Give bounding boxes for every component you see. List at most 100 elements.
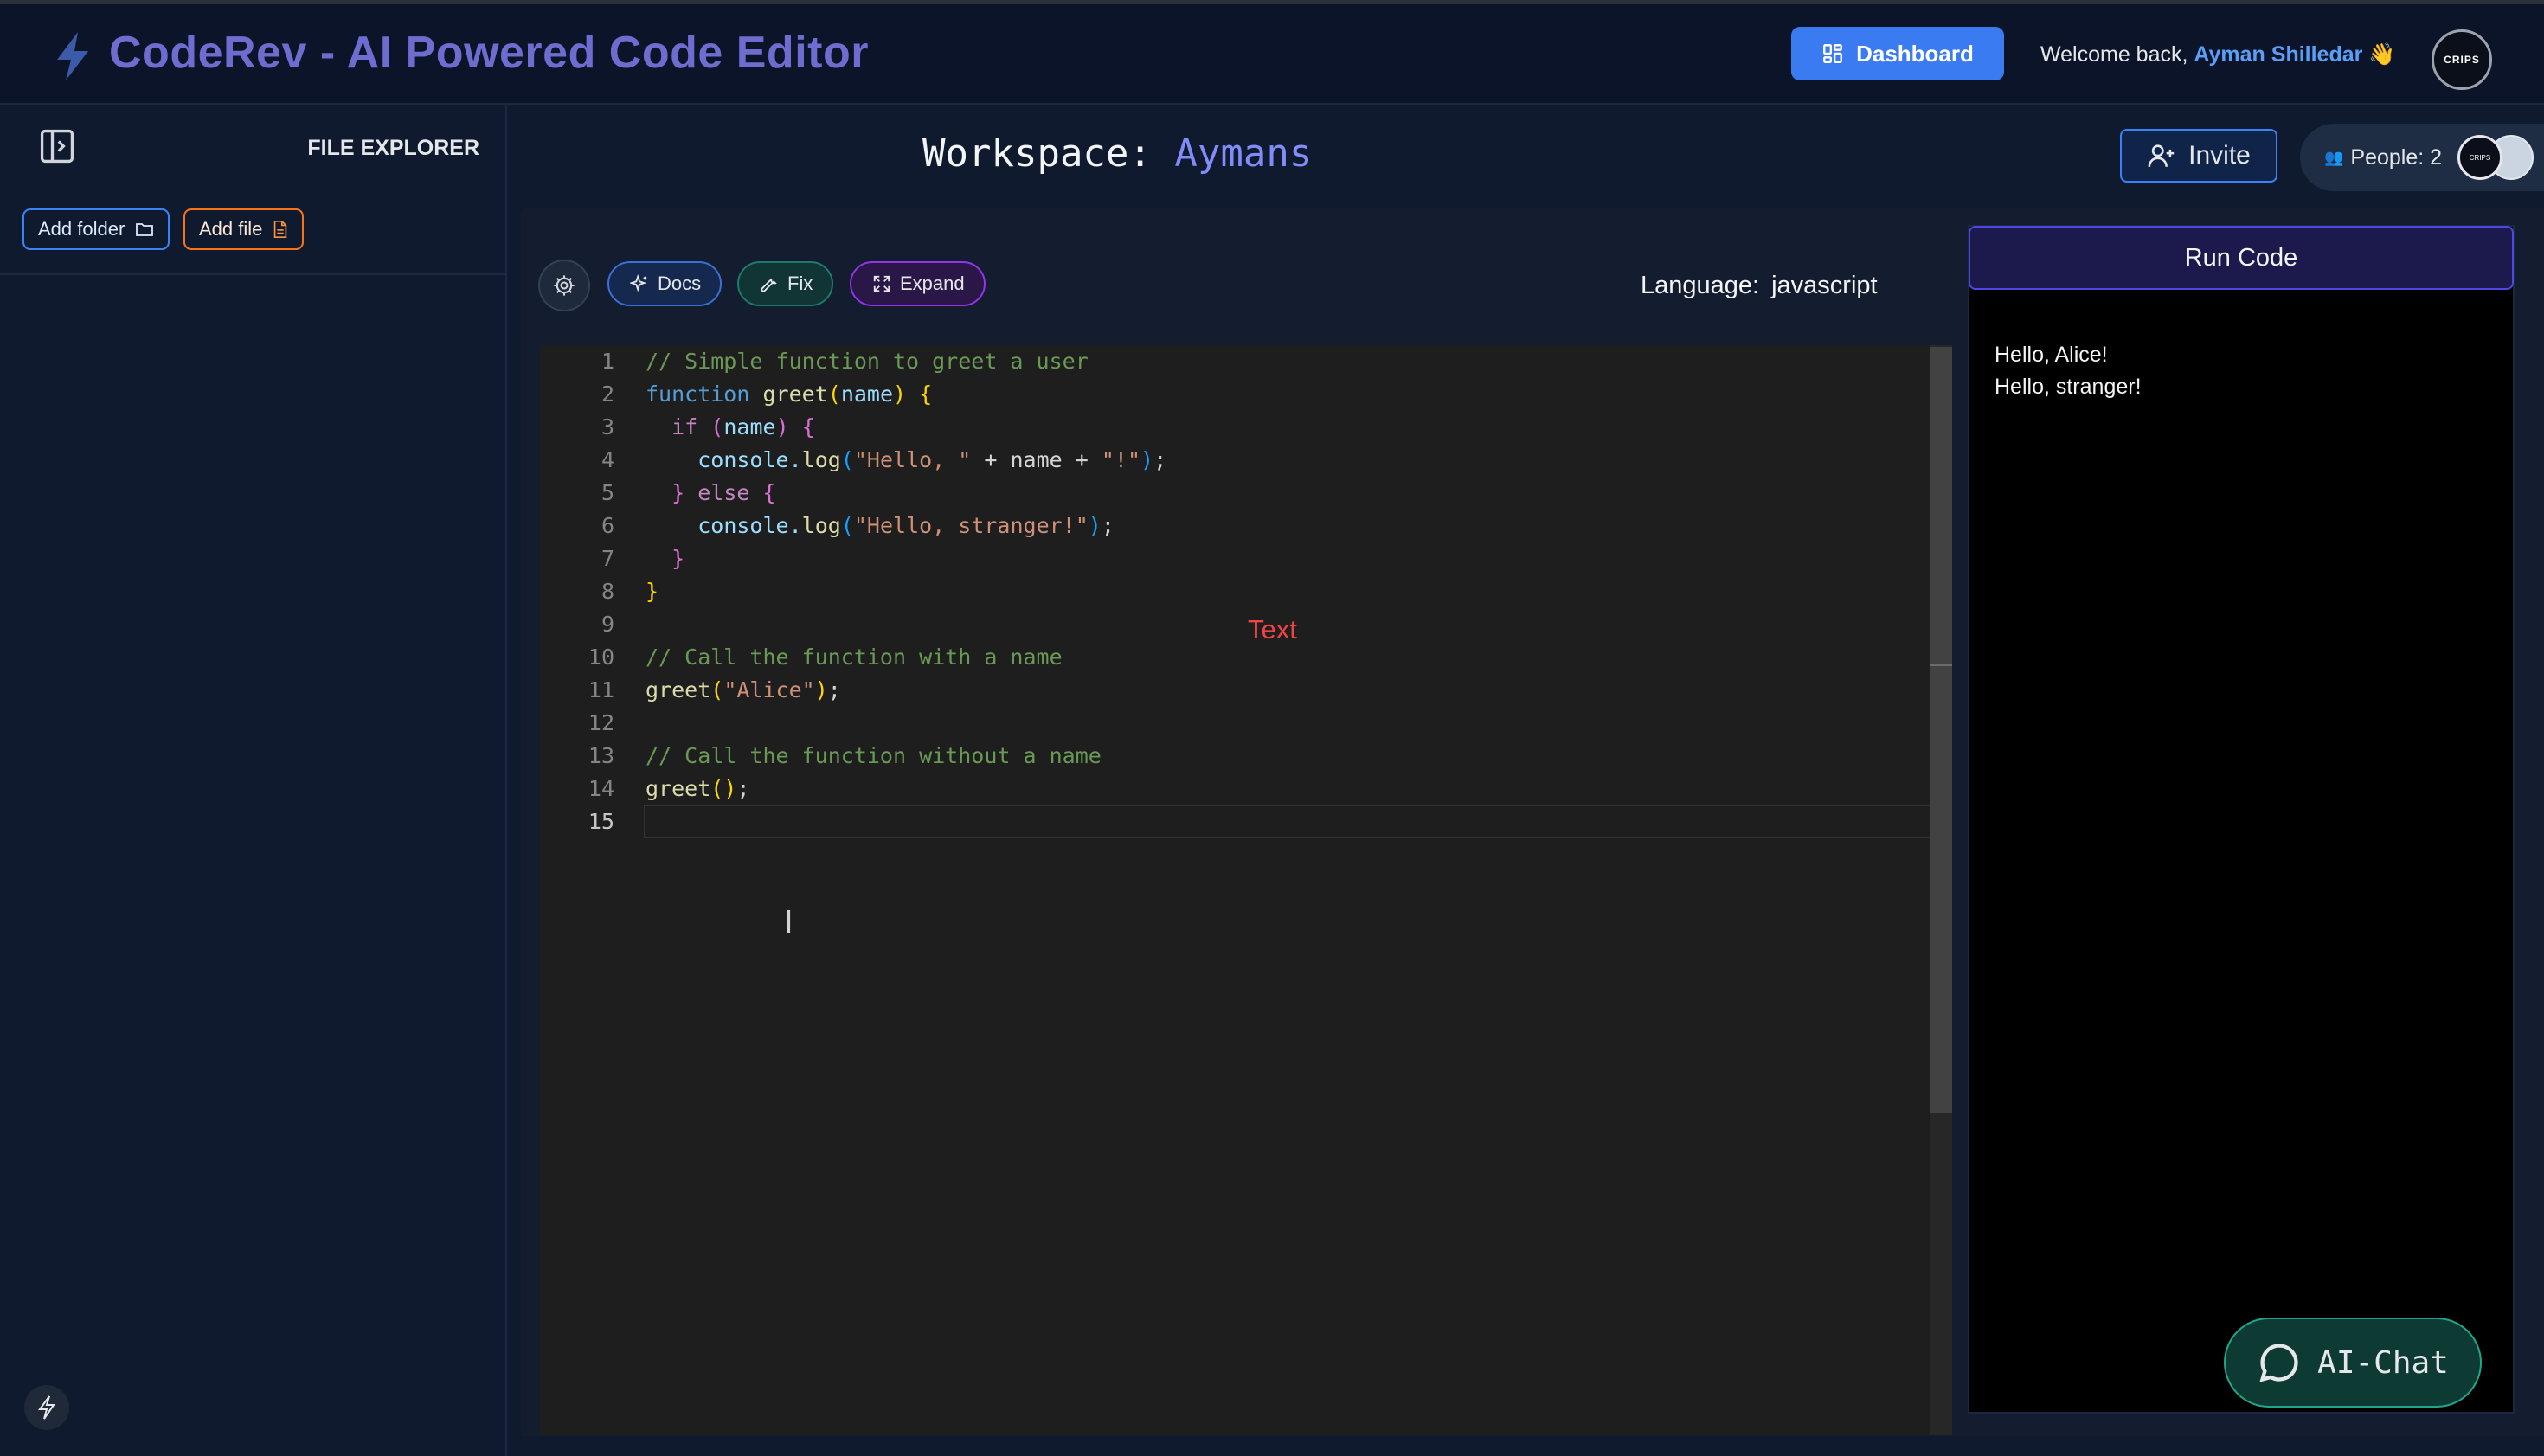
code-token: function <box>646 382 750 407</box>
line-number: 5 <box>601 480 614 505</box>
code-line: // Call the function with a name <box>646 641 1166 674</box>
line-number: 2 <box>601 382 614 407</box>
sparkles-icon <box>630 274 647 292</box>
code-token: + name + <box>971 447 1102 472</box>
scrollbar-cursor-marker <box>1930 664 1952 666</box>
lightning-icon <box>57 32 88 80</box>
line-number: 7 <box>601 546 614 571</box>
code-line: function greet(name) { <box>646 382 933 407</box>
line-number: 11 <box>588 677 614 702</box>
code-comment: // Call the function with a name <box>646 645 1063 670</box>
add-file-label: Add file <box>199 218 263 240</box>
app-title: CodeRev - AI Powered Code Editor <box>109 28 869 78</box>
gear-icon <box>554 275 575 296</box>
folder-icon <box>136 223 154 236</box>
line-number: 6 <box>601 513 614 538</box>
code-editor[interactable]: 1 2 3 4 5 6 7 8 9 10 11 12 13 14 15 // S… <box>540 345 1952 1435</box>
line-number: 4 <box>601 447 614 472</box>
code-token: log <box>801 447 841 472</box>
user-avatar[interactable]: CRIPS <box>2432 29 2492 90</box>
code-line: greet(); <box>646 776 750 801</box>
docs-button[interactable]: Docs <box>607 261 723 306</box>
code-line: // Call the function without a name <box>646 740 1166 773</box>
docs-label: Docs <box>658 273 702 294</box>
code-token: console. <box>697 447 802 472</box>
code-token: else <box>697 480 750 505</box>
code-line: console.log("Hello, " + name + "!"); <box>697 447 1167 472</box>
workspace-name: Aymans <box>1174 131 1313 176</box>
ai-chat-label: AI-Chat <box>2317 1344 2449 1381</box>
invite-button[interactable]: Invite <box>2120 129 2277 183</box>
wave-emoji: 👋 <box>2368 42 2396 67</box>
code-line: } <box>671 546 685 571</box>
line-number: 10 <box>588 645 614 670</box>
user-name: Ayman Shilledar <box>2194 42 2363 67</box>
expand-label: Expand <box>900 273 965 294</box>
sidebar-divider <box>0 273 507 275</box>
language-indicator: Language: javascript <box>1641 272 1878 300</box>
run-code-button[interactable]: Run Code <box>1969 226 2514 290</box>
code-token: "Hello, " <box>853 447 972 472</box>
workspace-title: Workspace: Aymans <box>922 131 1312 176</box>
user-avatar-small: CRIPS <box>2457 135 2502 180</box>
people-count: People: 2 <box>2350 144 2443 170</box>
text-cursor-icon: I <box>784 905 793 940</box>
code-token: "Hello, stranger!" <box>853 513 1089 538</box>
add-folder-button[interactable]: Add folder <box>22 208 170 250</box>
lightning-icon <box>38 1395 55 1420</box>
code-line: if (name) { <box>671 414 815 439</box>
line-number: 13 <box>588 743 614 768</box>
code-token: console. <box>697 513 802 538</box>
sidebar-toggle-icon[interactable] <box>38 127 76 165</box>
code-lines: // Simple function to greet a user funct… <box>646 345 1166 838</box>
code-line: } else { <box>671 480 776 505</box>
expand-button[interactable]: Expand <box>850 261 986 306</box>
line-number: 14 <box>588 776 614 801</box>
fix-label: Fix <box>787 273 813 294</box>
app-header: CodeRev - AI Powered Code Editor Dashboa… <box>0 4 2544 105</box>
line-number-active: 15 <box>588 809 614 834</box>
language-label: Language: <box>1641 272 1760 299</box>
editor-scrollbar-thumb[interactable] <box>1930 347 1952 1113</box>
dashboard-label: Dashboard <box>1856 40 1974 67</box>
line-number: 8 <box>601 579 614 604</box>
people-indicator[interactable]: 👥 People: 2 CRIPS <box>2300 124 2544 191</box>
ai-chat-button[interactable]: AI-Chat <box>2224 1318 2482 1408</box>
output-line: Hello, stranger! <box>1995 375 2142 399</box>
avatar-text: CRIPS <box>2444 54 2480 66</box>
invite-label: Invite <box>2188 141 2251 170</box>
code-token: log <box>801 513 841 538</box>
output-panel <box>1968 225 2515 1414</box>
expand-icon <box>873 275 890 292</box>
welcome-prefix: Welcome back, <box>2040 42 2188 67</box>
floating-text-label: Text <box>1248 614 1297 645</box>
output-line: Hello, Alice! <box>1995 343 2108 367</box>
welcome-message: Welcome back, Ayman Shilledar 👋 <box>2040 42 2395 67</box>
line-number: 9 <box>601 612 614 637</box>
output-text: Hello, Alice! Hello, stranger! <box>1995 339 2142 403</box>
line-number-gutter: 1 2 3 4 5 6 7 8 9 10 11 12 13 14 15 <box>540 345 614 838</box>
fix-button[interactable]: Fix <box>737 261 834 306</box>
code-line: } <box>646 579 659 604</box>
dashboard-button[interactable]: Dashboard <box>1791 27 2004 80</box>
add-folder-label: Add folder <box>38 218 125 240</box>
code-comment: // Call the function without a name <box>646 743 1102 768</box>
file-explorer-sidebar: FILE EXPLORER Add folder Add file <box>0 105 507 1456</box>
wrench-icon <box>761 279 777 292</box>
grid-icon <box>1823 44 1843 63</box>
code-token: if <box>671 414 698 439</box>
settings-button[interactable] <box>538 260 590 311</box>
file-icon <box>274 221 287 238</box>
quick-action-button[interactable] <box>24 1385 69 1430</box>
code-token: "!" <box>1101 447 1140 472</box>
avatar-small-text: CRIPS <box>2469 153 2491 162</box>
workspace-label: Workspace: <box>922 131 1152 176</box>
code-line: greet("Alice"); <box>646 677 841 702</box>
add-file-button[interactable]: Add file <box>183 208 305 250</box>
language-value: javascript <box>1771 272 1878 299</box>
code-token: greet <box>646 776 711 801</box>
file-explorer-title: FILE EXPLORER <box>307 136 479 160</box>
